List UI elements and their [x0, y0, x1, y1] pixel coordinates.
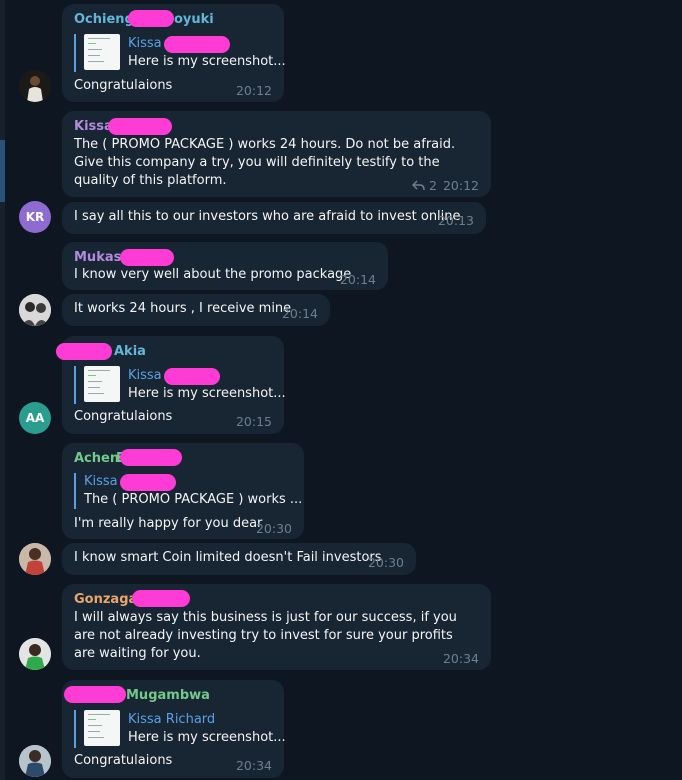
screenshot-thumbnail [84, 366, 120, 402]
reply-sender-name: Kissa Richard [128, 712, 216, 727]
screenshot-thumbnail [84, 710, 120, 746]
message-text: Congratulaions [74, 78, 173, 93]
sender-name-suffix[interactable]: Mugambwa [126, 688, 210, 703]
sender-name-suffix[interactable]: oyuki [174, 12, 214, 27]
sidebar-active-indicator [0, 140, 5, 202]
message-bubble[interactable]: Akia Kissa Here is my screenshot... Cong… [56, 336, 286, 434]
reply-count: 2 [428, 178, 437, 193]
sender-name[interactable]: Ochieng [74, 12, 134, 27]
message-bubble[interactable]: Gonzaga I will always say this business … [62, 584, 491, 670]
reply-text: The ( PROMO PACKAGE ) works ... [84, 492, 303, 507]
message-time: 20:30 [367, 555, 404, 570]
reply-sender-name: Kissa [128, 36, 162, 51]
reply-arrow-icon [411, 180, 425, 191]
sidebar-strip [0, 0, 5, 780]
message-time: 20:12 [442, 178, 479, 193]
message-text: I say all this to our investors who are … [74, 209, 461, 224]
message-text: I know very well about the promo package [74, 267, 352, 282]
reply-sender-name: Kissa [128, 368, 162, 383]
message-bubble[interactable]: Mugambwa Kissa Richard Here is my screen… [62, 680, 286, 778]
message-text: It works 24 hours , I receive mine [74, 301, 292, 316]
message-time: 20:12 [235, 83, 272, 98]
reply-preview[interactable]: Kissa The ( PROMO PACKAGE ) works ... [74, 473, 302, 509]
person-photo-icon [19, 745, 51, 777]
avatar[interactable]: KR [19, 201, 51, 233]
message-time: 20:15 [235, 414, 272, 429]
redaction-mark [64, 686, 126, 703]
redaction-mark [120, 449, 182, 466]
message-time: 20:34 [442, 651, 479, 666]
person-photo-icon [19, 638, 51, 670]
avatar[interactable] [19, 638, 51, 670]
person-photo-icon [19, 294, 51, 326]
message-bubble[interactable]: I know smart Coin limited doesn't Fail i… [62, 543, 416, 575]
redaction-mark [56, 343, 112, 360]
screenshot-thumbnail [84, 34, 120, 70]
reply-preview[interactable]: Kissa Here is my screenshot... [74, 366, 286, 404]
person-photo-icon [19, 70, 51, 102]
message-text: I know smart Coin limited doesn't Fail i… [74, 550, 382, 565]
reply-text: Here is my screenshot... [128, 54, 286, 69]
message-bubble[interactable]: It works 24 hours , I receive mine 20:14 [62, 294, 330, 326]
redaction-mark [132, 590, 190, 607]
redaction-mark [128, 10, 174, 27]
message-bubble[interactable]: Achen E Kissa The ( PROMO PACKAGE ) work… [62, 443, 304, 539]
avatar[interactable] [19, 745, 51, 777]
avatar[interactable] [19, 294, 51, 326]
reply-text: Here is my screenshot... [128, 730, 286, 745]
reply-text: Here is my screenshot... [128, 386, 286, 401]
reply-sender-name: Kissa [84, 474, 118, 489]
redaction-mark [120, 249, 174, 266]
message-bubble[interactable]: Kissa The ( PROMO PACKAGE ) works 24 hou… [62, 111, 491, 197]
reply-preview[interactable]: Kissa Here is my screenshot... [74, 34, 286, 72]
redaction-mark [108, 118, 172, 135]
redaction-mark [164, 36, 230, 53]
redaction-mark [120, 474, 176, 491]
message-text: I'm really happy for you dear [74, 516, 263, 531]
message-text: I will always say this business is just … [74, 610, 457, 661]
message-time: 20:14 [281, 306, 318, 321]
avatar[interactable] [19, 543, 51, 575]
redaction-mark [164, 368, 220, 385]
message-text: Congratulaions [74, 409, 173, 424]
reply-count-badge[interactable]: 2 [411, 178, 437, 193]
message-bubble[interactable]: Ochieng oyuki Kissa Here is my screensho… [62, 4, 286, 102]
avatar[interactable]: AA [19, 402, 51, 434]
person-photo-icon [19, 543, 51, 575]
message-time: 20:14 [339, 272, 376, 287]
message-bubble[interactable]: Mukasa I know very well about the promo … [62, 242, 388, 290]
message-time: 20:13 [437, 213, 474, 228]
sender-name[interactable]: Gonzaga [74, 592, 137, 607]
avatar[interactable] [19, 70, 51, 102]
message-text: Congratulaions [74, 753, 173, 768]
sender-name[interactable]: Kissa [74, 119, 113, 134]
sender-name[interactable]: Achen [74, 451, 119, 466]
message-time: 20:34 [235, 758, 272, 773]
message-time: 20:30 [255, 521, 292, 536]
reply-preview[interactable]: Kissa Richard Here is my screenshot... [74, 710, 286, 748]
sender-name-suffix[interactable]: Akia [114, 344, 146, 359]
message-bubble[interactable]: I say all this to our investors who are … [62, 202, 486, 234]
